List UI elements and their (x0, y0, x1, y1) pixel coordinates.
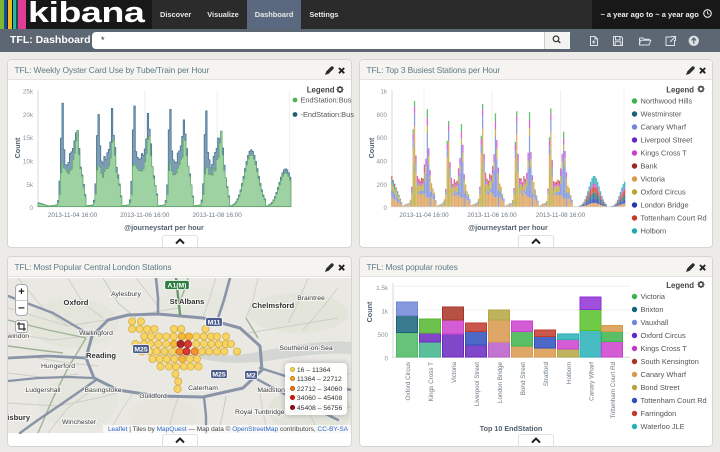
svg-text:Canary Wharf: Canary Wharf (641, 123, 688, 132)
svg-text:London Bridge: London Bridge (497, 362, 504, 403)
svg-text:Liverpool Street: Liverpool Street (641, 136, 693, 145)
svg-text:Top 10 EndStation: Top 10 EndStation (480, 424, 543, 433)
svg-text:Swindon: Swindon (8, 333, 29, 340)
svg-text:Legend: Legend (307, 86, 335, 95)
svg-text:Bank: Bank (641, 162, 658, 171)
svg-text:Count: Count (365, 301, 374, 322)
svg-text:400: 400 (376, 159, 387, 166)
svg-text:@journeystart per hour: @journeystart per hour (124, 223, 204, 232)
svg-text:Tottenham Court Rd: Tottenham Court Rd (641, 396, 707, 405)
svg-text:2013-11-04 16:00: 2013-11-04 16:00 (48, 212, 98, 219)
svg-text:1.5k: 1.5k (376, 285, 389, 292)
svg-text:Count: Count (13, 137, 22, 158)
svg-text:Legend: Legend (666, 281, 694, 290)
svg-text:Legend: Legend (666, 86, 694, 95)
svg-text:25k: 25k (23, 89, 34, 96)
svg-text:2013-11-06 16:00: 2013-11-06 16:00 (467, 212, 517, 219)
svg-text:20k: 20k (23, 112, 34, 119)
svg-text:Brixton: Brixton (641, 305, 664, 314)
svg-text:2013-11-06 16:00: 2013-11-06 16:00 (120, 212, 170, 219)
svg-text:2013-11-04 16:00: 2013-11-04 16:00 (399, 212, 449, 219)
svg-text:Hungerford: Hungerford (41, 363, 75, 370)
svg-text:M2: M2 (246, 373, 256, 380)
svg-text:Westminster: Westminster (641, 110, 682, 119)
svg-text:Kings Cross T: Kings Cross T (428, 362, 435, 402)
svg-text:Caterham: Caterham (188, 385, 218, 392)
svg-text:Northwood Hills: Northwood Hills (641, 97, 693, 106)
svg-text:A1(M): A1(M) (168, 283, 187, 290)
svg-text:Bond Street: Bond Street (641, 383, 680, 392)
svg-text:Canary Wharf: Canary Wharf (641, 370, 688, 379)
svg-text:Chelmsford: Chelmsford (252, 301, 295, 310)
svg-text:15k: 15k (23, 135, 34, 142)
svg-text:@journeystart per hour: @journeystart per hour (468, 223, 548, 232)
svg-text:Tottenham Court Rd: Tottenham Court Rd (610, 362, 617, 419)
svg-text:Oxford Circus: Oxford Circus (641, 331, 686, 340)
svg-text:M11: M11 (208, 320, 221, 327)
svg-text:0: 0 (29, 205, 33, 212)
svg-text:200: 200 (376, 182, 387, 189)
svg-text:Kings Cross T: Kings Cross T (641, 344, 688, 353)
svg-text:Oxford Circus: Oxford Circus (405, 362, 412, 401)
svg-text:5k: 5k (26, 182, 34, 189)
svg-text:Kings Cross T: Kings Cross T (641, 149, 688, 158)
svg-text:Victoria: Victoria (641, 175, 666, 184)
svg-text:Oxford: Oxford (64, 298, 89, 307)
svg-text:Canary Wharf: Canary Wharf (589, 362, 596, 401)
svg-text:600: 600 (376, 135, 387, 142)
svg-text:0: 0 (383, 205, 387, 212)
svg-text:Count: Count (367, 137, 376, 158)
svg-text:2013-11-08 16:00: 2013-11-08 16:00 (192, 212, 242, 219)
svg-text:Wallingford: Wallingford (79, 330, 113, 337)
svg-text:Southend-on-Sea: Southend-on-Sea (279, 345, 333, 352)
svg-text:St Albans: St Albans (170, 297, 205, 306)
svg-text:Farringdon: Farringdon (641, 409, 677, 418)
svg-text:Liverpool Street: Liverpool Street (474, 362, 481, 406)
svg-text:Basingstoke: Basingstoke (84, 387, 121, 394)
svg-text:Oxford Circus: Oxford Circus (641, 188, 686, 197)
svg-text:M25: M25 (134, 347, 147, 354)
svg-text:1k: 1k (381, 308, 389, 315)
svg-text:Tottenham Court Rd: Tottenham Court Rd (641, 214, 707, 223)
svg-text:Vauxhall: Vauxhall (641, 318, 669, 327)
svg-text:-EndStation:Bus: -EndStation:Bus (301, 110, 355, 119)
svg-text:Victoria: Victoria (641, 292, 666, 301)
svg-text:Victoria: Victoria (451, 362, 458, 383)
svg-text:Waterloo JLE: Waterloo JLE (641, 422, 685, 431)
svg-text:10k: 10k (23, 159, 34, 166)
svg-text:800: 800 (376, 112, 387, 119)
svg-text:Stratford: Stratford (543, 362, 550, 387)
svg-text:Reading: Reading (86, 351, 116, 360)
svg-text:Braintree: Braintree (297, 295, 325, 302)
svg-text:Salisbury: Salisbury (8, 413, 31, 422)
svg-text:Holborn: Holborn (566, 362, 573, 385)
svg-text:Bond Street: Bond Street (520, 362, 527, 396)
svg-text:Guildford: Guildford (139, 393, 167, 400)
svg-text:1k: 1k (380, 89, 388, 96)
svg-text:M25: M25 (212, 372, 225, 379)
svg-text:500: 500 (377, 332, 388, 339)
svg-text:Holborn: Holborn (641, 227, 667, 236)
svg-text:London Bridge: London Bridge (641, 201, 689, 210)
svg-text:EndStation:Bus: EndStation:Bus (301, 96, 352, 105)
svg-text:0: 0 (384, 356, 388, 363)
svg-text:Winchester: Winchester (62, 419, 97, 426)
svg-text:Aylesbury: Aylesbury (111, 291, 141, 298)
svg-text:2013-11-08 16:00: 2013-11-08 16:00 (536, 212, 586, 219)
svg-text:Ludgershall: Ludgershall (25, 387, 61, 394)
svg-text:South Kensington: South Kensington (641, 357, 699, 366)
